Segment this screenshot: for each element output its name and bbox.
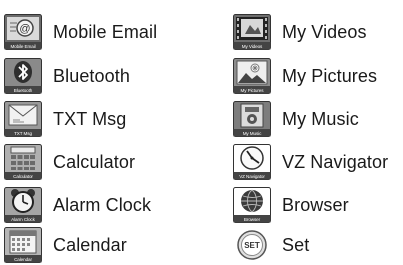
menu-grid: @ Mobile Email Mobile Email Bluetooth Bl… bbox=[0, 0, 403, 263]
icon-caption: Alarm Clock bbox=[11, 217, 35, 222]
menu-item-label: VZ Navigator bbox=[282, 151, 389, 172]
menu-item-label: My Pictures bbox=[282, 65, 378, 86]
menu-item-calculator[interactable]: Calculator Calculator bbox=[4, 142, 135, 182]
menu-item-label: Alarm Clock bbox=[53, 194, 152, 215]
menu-item-label: Mobile Email bbox=[53, 21, 158, 42]
svg-text:SET: SET bbox=[244, 241, 260, 250]
icon-caption: My Videos bbox=[241, 44, 263, 49]
icon-caption: Calculator bbox=[13, 174, 33, 179]
menu-item-browser[interactable]: Browser Browser bbox=[233, 185, 349, 225]
icon-caption: Bluetooth bbox=[13, 88, 33, 93]
menu-item-label: Set bbox=[282, 234, 310, 255]
my-pictures-icon: My Pictures bbox=[233, 58, 271, 94]
menu-item-label: My Videos bbox=[282, 21, 367, 42]
vz-navigator-icon: VZ Navigator bbox=[233, 144, 271, 180]
icon-caption: VZ Navigator bbox=[239, 174, 265, 179]
icon-caption: My Pictures bbox=[240, 88, 264, 93]
menu-item-bluetooth[interactable]: Bluetooth Bluetooth bbox=[4, 56, 130, 96]
menu-item-vz-navigator[interactable]: VZ Navigator VZ Navigator bbox=[233, 142, 388, 182]
menu-item-my-music[interactable]: My Music My Music bbox=[233, 99, 359, 139]
icon-caption: TXT Msg bbox=[14, 131, 32, 136]
menu-item-alarm-clock[interactable]: Alarm Clock Alarm Clock bbox=[4, 185, 151, 225]
menu-item-label: My Music bbox=[282, 108, 359, 129]
icon-caption: Browser bbox=[243, 217, 261, 222]
menu-item-label: Bluetooth bbox=[53, 65, 130, 86]
alarm-clock-icon: Alarm Clock bbox=[4, 187, 42, 223]
menu-item-my-pictures[interactable]: My Pictures My Pictures bbox=[233, 56, 377, 96]
icon-caption: My Music bbox=[242, 131, 262, 136]
browser-icon: Browser bbox=[233, 187, 271, 223]
icon-caption: Mobile Email bbox=[10, 44, 36, 49]
my-videos-icon: My Videos bbox=[233, 14, 271, 50]
svg-text:@: @ bbox=[19, 23, 30, 35]
menu-item-label: Calendar bbox=[53, 234, 127, 255]
menu-item-set[interactable]: SET Set bbox=[233, 225, 309, 265]
menu-item-txt-msg[interactable]: TXT Msg TXT Msg bbox=[4, 99, 126, 139]
mobile-email-icon: @ Mobile Email bbox=[4, 14, 42, 50]
calculator-icon: Calculator bbox=[4, 144, 42, 180]
menu-item-calendar[interactable]: Calendar Calendar bbox=[4, 225, 127, 265]
bluetooth-icon: Bluetooth bbox=[4, 58, 42, 94]
my-music-icon: My Music bbox=[233, 101, 271, 137]
menu-item-label: Calculator bbox=[53, 151, 136, 172]
menu-item-my-videos[interactable]: My Videos My Videos bbox=[233, 12, 367, 52]
menu-item-label: Browser bbox=[282, 194, 349, 215]
txt-msg-icon: TXT Msg bbox=[4, 101, 42, 137]
menu-item-mobile-email[interactable]: @ Mobile Email Mobile Email bbox=[4, 12, 157, 52]
menu-item-label: TXT Msg bbox=[53, 108, 127, 129]
